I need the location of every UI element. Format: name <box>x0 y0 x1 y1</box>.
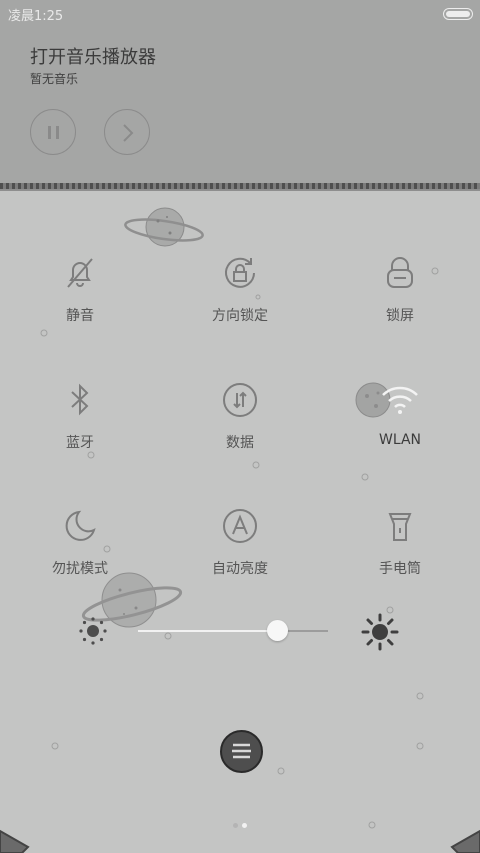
brightness-slider-thumb[interactable] <box>266 620 288 641</box>
rotation-lock-icon <box>225 257 255 288</box>
brightness-high-icon <box>361 613 399 651</box>
toggle-label: 蓝牙 <box>66 435 94 451</box>
page-dot <box>242 823 247 828</box>
toggle-label: 自动亮度 <box>212 561 268 577</box>
toggle-label: WLAN <box>378 432 421 448</box>
auto-brightness-icon <box>223 509 257 543</box>
toggle-label: 方向锁定 <box>212 308 268 324</box>
toggle-mobile-data[interactable]: 数据 <box>170 380 310 452</box>
mobile-data-icon <box>223 383 257 417</box>
sliders-icon <box>232 743 251 759</box>
toggle-wlan[interactable]: WLAN <box>330 380 470 448</box>
toggle-label: 数据 <box>226 435 254 451</box>
moon-icon <box>65 510 96 541</box>
corner-decoration <box>0 829 30 853</box>
brightness-slider[interactable] <box>138 620 328 641</box>
toggle-bluetooth[interactable]: 蓝牙 <box>10 380 150 452</box>
edit-toggles-button[interactable] <box>220 730 263 773</box>
toggle-rotation-lock[interactable]: 方向锁定 <box>170 253 310 325</box>
brightness-low-icon <box>79 617 107 645</box>
flashlight-icon <box>388 513 412 541</box>
toggle-lock-screen[interactable]: 锁屏 <box>330 253 470 325</box>
toggle-label: 勿扰模式 <box>52 561 108 577</box>
toggle-flashlight[interactable]: 手电筒 <box>330 506 470 578</box>
toggle-auto-brightness[interactable]: 自动亮度 <box>170 506 310 578</box>
toggle-mute[interactable]: 静音 <box>10 253 150 325</box>
bell-off-icon <box>67 258 93 288</box>
corner-decoration <box>450 829 480 853</box>
toggle-do-not-disturb[interactable]: 勿扰模式 <box>10 506 150 578</box>
bluetooth-icon <box>71 383 89 416</box>
toggle-label: 静音 <box>66 308 94 324</box>
toggle-label: 锁屏 <box>386 308 414 324</box>
wifi-icon <box>382 386 418 414</box>
page-indicator <box>231 813 249 832</box>
page-dot <box>233 823 238 828</box>
lock-icon <box>387 257 413 288</box>
toggle-label: 手电筒 <box>379 561 421 577</box>
brightness-slider-fill <box>138 630 277 632</box>
